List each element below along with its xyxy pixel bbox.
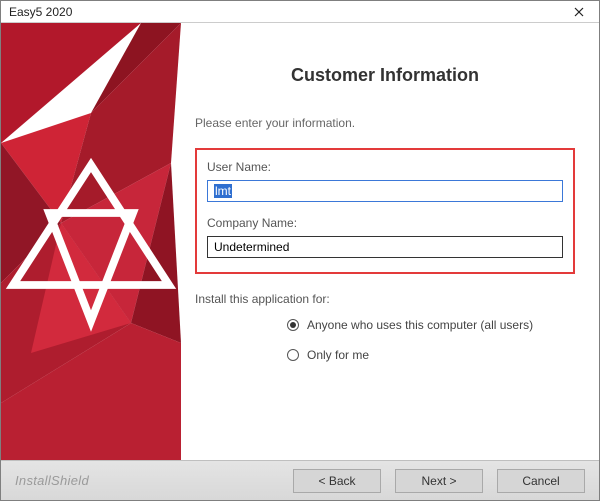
close-button[interactable] <box>563 2 595 22</box>
close-icon <box>574 7 584 17</box>
install-for-label: Install this application for: <box>195 292 575 306</box>
installshield-brand: InstallShield <box>15 473 89 488</box>
radio-all-users[interactable]: Anyone who uses this computer (all users… <box>287 318 575 332</box>
page-title: Customer Information <box>195 65 575 86</box>
window-title: Easy5 2020 <box>9 5 563 19</box>
footer-bar: InstallShield < Back Next > Cancel <box>1 460 599 500</box>
company-input[interactable] <box>207 236 563 258</box>
next-button[interactable]: Next > <box>395 469 483 493</box>
radio-all-users-label: Anyone who uses this computer (all users… <box>307 318 533 332</box>
instructions-text: Please enter your information. <box>195 116 575 130</box>
installer-window: Easy5 2020 <box>0 0 600 501</box>
content-pane: Customer Information Please enter your i… <box>181 23 599 460</box>
titlebar: Easy5 2020 <box>1 1 599 23</box>
username-label: User Name: <box>207 160 563 174</box>
dialog-body: Customer Information Please enter your i… <box>1 23 599 460</box>
form-highlight: User Name: lmt Company Name: <box>195 148 575 274</box>
cancel-button[interactable]: Cancel <box>497 469 585 493</box>
username-input[interactable]: lmt <box>207 180 563 202</box>
username-value: lmt <box>214 184 232 198</box>
radio-selected-icon <box>287 319 299 331</box>
back-button[interactable]: < Back <box>293 469 381 493</box>
radio-only-me-label: Only for me <box>307 348 369 362</box>
brand-logo-icon <box>1 23 181 460</box>
company-label: Company Name: <box>207 216 563 230</box>
sidebar-graphic <box>1 23 181 460</box>
radio-only-me[interactable]: Only for me <box>287 348 575 362</box>
radio-unselected-icon <box>287 349 299 361</box>
